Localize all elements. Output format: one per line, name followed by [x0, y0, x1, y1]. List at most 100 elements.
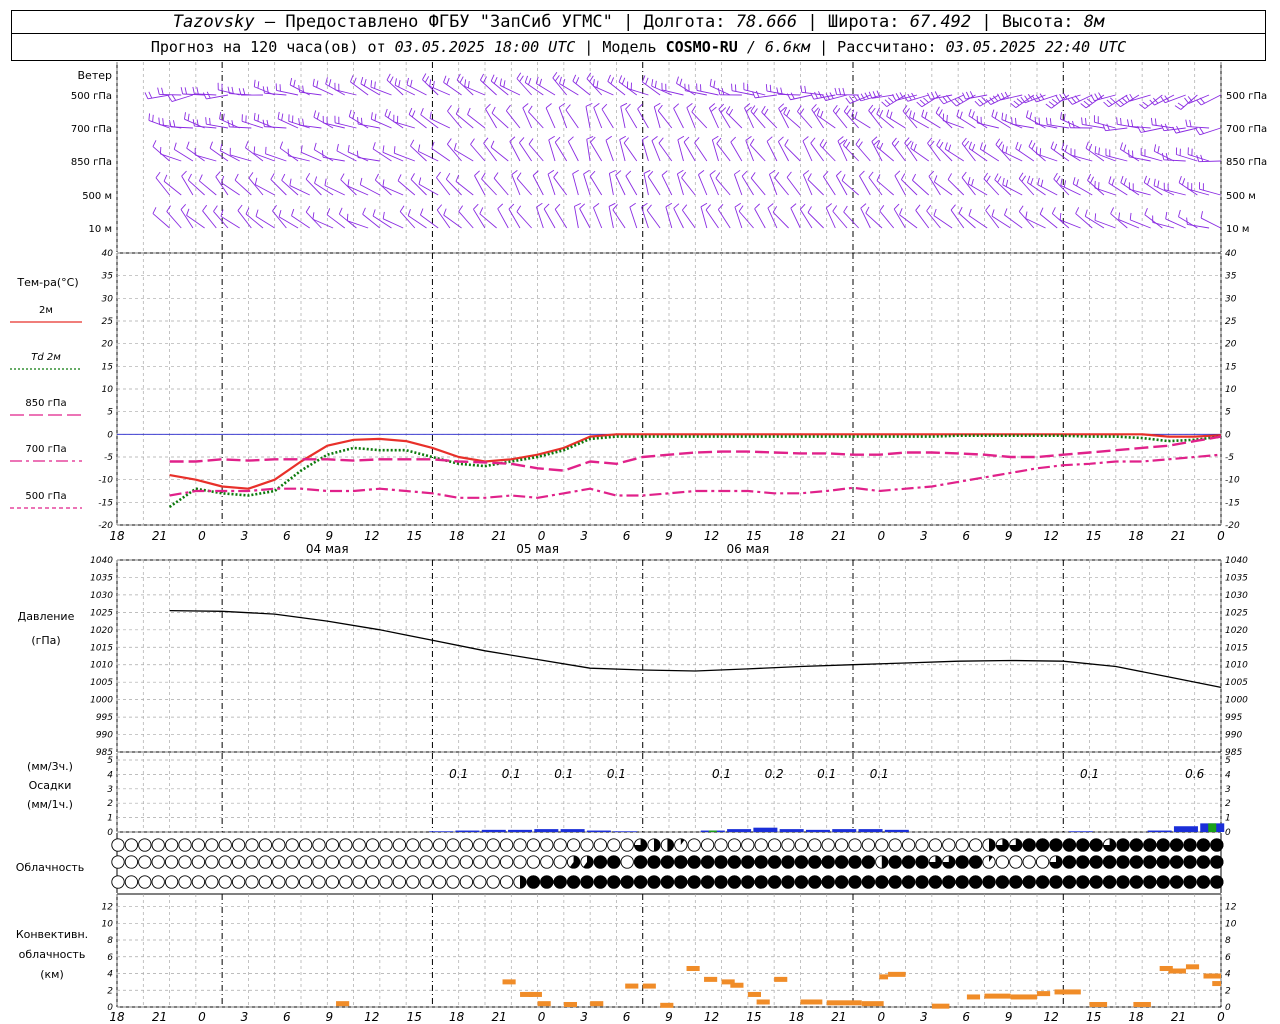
wind-barb-feather — [838, 87, 842, 95]
cloud-cover-symbol — [164, 875, 179, 889]
wind-barb — [933, 215, 953, 229]
cloud-cover-symbol — [848, 838, 862, 852]
x-tick-label-temp: 6 — [623, 529, 631, 543]
wind-barb-feather — [562, 78, 566, 86]
wind-barb — [490, 146, 509, 162]
wind-barb — [1037, 184, 1058, 196]
wind-barb-feather — [346, 213, 349, 221]
wind-barb-feather — [832, 205, 838, 212]
wind-barb-feather — [553, 171, 559, 178]
wind-barb — [860, 208, 871, 229]
wind-barb-feather — [629, 202, 636, 208]
wind-barb-feather — [547, 169, 555, 175]
wind-barb-feather — [855, 138, 861, 145]
cloud-cover-symbol — [272, 838, 286, 852]
cloud-cover-symbol — [258, 838, 273, 852]
wind-barb-feather — [511, 170, 518, 175]
y-tick-label-left: 0 — [107, 430, 113, 440]
cloud-cover-symbol — [325, 855, 340, 869]
wind-barb-feather — [1196, 99, 1202, 106]
cloud-cover-fill — [861, 875, 876, 889]
cloud-cover-symbol — [767, 838, 782, 852]
x-tick-label-temp: 3 — [241, 529, 249, 543]
precip-amount-label: 0.1 — [817, 767, 836, 781]
cloud-cover-fill — [620, 875, 634, 889]
wind-barb-feather — [398, 80, 401, 88]
wind-barb — [360, 184, 381, 196]
wind-barb-feather — [1027, 175, 1031, 183]
cloud-cover-symbol — [700, 838, 715, 852]
wind-barb — [899, 214, 918, 229]
wind-barb-feather — [167, 95, 173, 102]
wind-barb — [194, 125, 217, 129]
cloud-cover-symbol — [205, 838, 219, 852]
y-tick-label-left: 15 — [102, 362, 114, 372]
x-tick-label-bottom: 0 — [538, 1010, 546, 1024]
wind-barb-feather — [968, 141, 972, 149]
cloud-cover-symbol — [406, 855, 420, 869]
cloud-cover-symbol — [553, 855, 567, 869]
wind-barb-feather — [503, 80, 506, 88]
convective-cloud-bar — [747, 991, 761, 997]
wind-barb-feather — [939, 141, 944, 149]
x-tick-label-bottom: 9 — [325, 1010, 333, 1024]
wind-barb-feather — [712, 135, 719, 141]
cloud-cover-fill — [781, 855, 795, 869]
x-tick-label-temp: 0 — [877, 529, 885, 543]
cloud-cover-symbol — [352, 838, 366, 852]
wind-barb-feather — [1050, 141, 1054, 149]
wind-barb-feather — [744, 103, 751, 109]
wind-barb-feather — [948, 144, 952, 152]
wind-barb — [958, 213, 976, 229]
wind-barb-feather — [464, 79, 467, 87]
wind-barb-feather — [852, 94, 858, 101]
wind-barb — [589, 176, 603, 196]
wind-barb-feather — [1059, 212, 1062, 221]
cloud-cover-symbol — [620, 855, 634, 869]
wind-barb-feather — [394, 78, 397, 86]
wind-barb — [681, 209, 696, 229]
wind-barb-feather — [1120, 117, 1122, 126]
wind-barb — [264, 126, 287, 129]
wind-barb-feather — [865, 206, 870, 214]
wind-barb-feather — [658, 137, 664, 144]
wind-barb — [305, 178, 322, 196]
wind-barb-feather — [443, 208, 447, 216]
wind-barb — [1200, 217, 1221, 229]
wind-barb-feather — [1174, 105, 1182, 110]
x-tick-label-temp: 6 — [283, 529, 291, 543]
cloud-cover-fill — [727, 875, 742, 889]
cloud-cover-symbol — [808, 838, 822, 852]
wind-barb-feather — [902, 105, 908, 112]
wind-barb-feather — [350, 75, 354, 83]
wind-barb-feather — [1129, 93, 1134, 101]
wind-barb-feather — [997, 176, 1002, 183]
y-tick-label-left: 1040 — [90, 556, 113, 566]
wind-barb-feather — [1157, 180, 1160, 188]
wind-barb-feather — [625, 170, 632, 177]
wind-barb-feather — [994, 173, 999, 180]
wind-barb — [1152, 124, 1175, 129]
cloud-cover-symbol — [339, 875, 353, 889]
precip-bar — [481, 829, 506, 832]
cloud-cover-symbol — [218, 875, 232, 889]
wind-barb — [629, 206, 638, 229]
cloud-cover-symbol — [151, 855, 165, 869]
wind-barb-feather — [445, 172, 451, 180]
wind-barb-feather — [997, 93, 1002, 101]
wind-barb-feather — [879, 205, 885, 212]
wind-barb-feather — [845, 141, 851, 149]
x-tick-label-temp: 15 — [1086, 529, 1101, 543]
wind-barb — [535, 83, 556, 96]
cloud-cover-fill — [647, 855, 661, 869]
wind-barb-feather — [612, 204, 618, 210]
wind-barb-feather — [682, 204, 688, 211]
wind-barb-feather — [262, 86, 265, 94]
wind-barb-feather — [372, 209, 376, 217]
cloud-cover-fill — [1169, 875, 1184, 889]
cloud-cover-symbol — [513, 838, 527, 852]
wind-barb-feather — [1083, 100, 1090, 106]
cloud-cover-fill — [901, 875, 916, 889]
x-tick-label-bottom: 3 — [241, 1010, 249, 1024]
wind-barb-feather — [1116, 117, 1118, 125]
